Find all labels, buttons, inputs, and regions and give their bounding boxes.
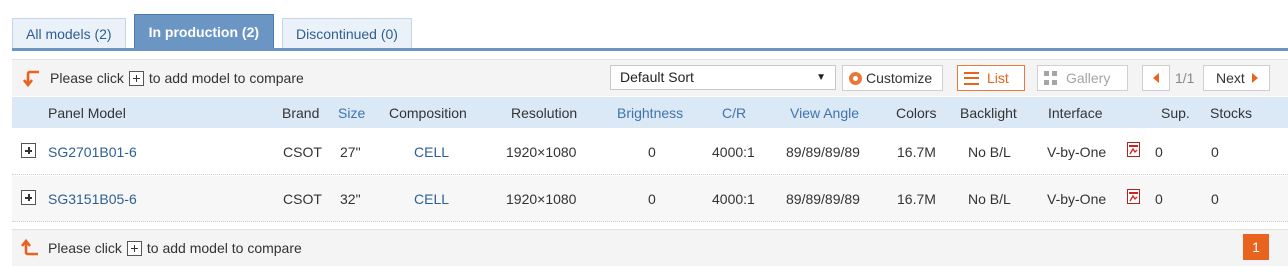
col-sup[interactable]: Sup.: [1161, 105, 1190, 121]
resolution-cell: 1920×1080: [506, 191, 577, 207]
col-brightness[interactable]: Brightness: [617, 105, 683, 121]
hint-text-before: Please click: [48, 240, 122, 256]
chevron-left-icon: [1153, 73, 1159, 83]
table-row: SG2701B01-6 CSOT 27" CELL 1920×1080 0 40…: [12, 129, 1288, 175]
backlight-cell: No B/L: [968, 191, 1011, 207]
composition-link[interactable]: CELL: [414, 144, 449, 160]
table-row: SG3151B05-6 CSOT 32" CELL 1920×1080 0 40…: [12, 176, 1288, 222]
turn-arrow-icon: [23, 70, 39, 88]
interface-cell: V-by-One: [1047, 191, 1107, 207]
panel-model-link[interactable]: SG2701B01-6: [48, 144, 137, 160]
top-toolbar: Please click to add model to compare Def…: [12, 59, 1288, 96]
size-cell: 32": [340, 191, 361, 207]
sup-cell: 0: [1155, 144, 1163, 160]
tab-in-production[interactable]: In production (2): [133, 14, 275, 49]
panel-model-link[interactable]: SG3151B05-6: [48, 191, 137, 207]
col-panel-model[interactable]: Panel Model: [48, 105, 126, 121]
add-compare-icon: [126, 240, 142, 256]
page-number-button[interactable]: 1: [1243, 234, 1269, 260]
col-brand[interactable]: Brand: [282, 105, 319, 121]
add-compare-button[interactable]: [21, 143, 36, 158]
list-view-button[interactable]: List: [957, 65, 1025, 91]
colors-cell: 16.7M: [897, 191, 936, 207]
col-view-angle[interactable]: View Angle: [790, 105, 859, 121]
caret-down-icon: ▼: [816, 72, 826, 83]
add-compare-button[interactable]: [21, 190, 36, 205]
bottom-toolbar: Please click to add model to compare 1: [12, 229, 1288, 266]
col-backlight[interactable]: Backlight: [960, 105, 1017, 121]
compare-hint: Please click to add model to compare: [21, 238, 302, 258]
table-header: Panel Model Brand Size Composition Resol…: [12, 97, 1288, 128]
stocks-cell: 0: [1211, 144, 1219, 160]
list-label: List: [987, 70, 1009, 86]
resolution-cell: 1920×1080: [506, 144, 577, 160]
col-composition[interactable]: Composition: [389, 105, 467, 121]
cr-cell: 4000:1: [712, 144, 755, 160]
brightness-cell: 0: [648, 144, 656, 160]
gallery-view-button[interactable]: Gallery: [1037, 65, 1128, 91]
cr-cell: 4000:1: [712, 191, 755, 207]
brand-cell: CSOT: [283, 191, 322, 207]
pdf-icon[interactable]: [1127, 189, 1140, 204]
turn-arrow-up-icon: [21, 238, 38, 256]
sort-select[interactable]: Default Sort ▼: [610, 65, 836, 90]
colors-cell: 16.7M: [897, 144, 936, 160]
customize-button[interactable]: Customize: [842, 65, 943, 91]
brand-cell: CSOT: [283, 144, 322, 160]
compare-hint: Please click to add model to compare: [23, 68, 304, 88]
prev-page-button[interactable]: [1142, 65, 1170, 91]
chevron-right-icon: [1251, 73, 1258, 83]
tab-discontinued[interactable]: Discontinued (0): [282, 18, 412, 49]
hint-text-after: to add model to compare: [148, 70, 304, 86]
page-info: 1/1: [1175, 70, 1195, 86]
customize-label: Customize: [866, 70, 933, 86]
view-angle-cell: 89/89/89/89: [786, 144, 860, 160]
list-icon: [964, 71, 979, 85]
col-colors[interactable]: Colors: [896, 105, 936, 121]
tab-all-models[interactable]: All models (2): [12, 18, 126, 49]
gear-icon: [849, 71, 862, 85]
col-interface[interactable]: Interface: [1048, 105, 1102, 121]
grid-icon: [1044, 71, 1058, 85]
pdf-icon[interactable]: [1127, 142, 1140, 157]
col-resolution[interactable]: Resolution: [511, 105, 577, 121]
brightness-cell: 0: [648, 191, 656, 207]
hint-text-before: Please click: [50, 70, 124, 86]
gallery-label: Gallery: [1066, 70, 1111, 86]
composition-link[interactable]: CELL: [414, 191, 449, 207]
tab-bar: All models (2) In production (2) Discont…: [12, 14, 420, 49]
size-cell: 27": [340, 144, 361, 160]
view-angle-cell: 89/89/89/89: [786, 191, 860, 207]
col-size[interactable]: Size: [338, 105, 365, 121]
next-page-button[interactable]: Next: [1203, 65, 1270, 91]
backlight-cell: No B/L: [968, 144, 1011, 160]
hint-text-after: to add model to compare: [146, 240, 302, 256]
stocks-cell: 0: [1211, 191, 1219, 207]
add-compare-icon: [128, 70, 144, 86]
next-label: Next: [1216, 70, 1245, 86]
tab-underline: [12, 48, 1288, 51]
sup-cell: 0: [1155, 191, 1163, 207]
interface-cell: V-by-One: [1047, 144, 1107, 160]
col-cr[interactable]: C/R: [722, 105, 746, 121]
sort-select-value: Default Sort: [620, 69, 694, 85]
col-stocks[interactable]: Stocks: [1210, 105, 1252, 121]
